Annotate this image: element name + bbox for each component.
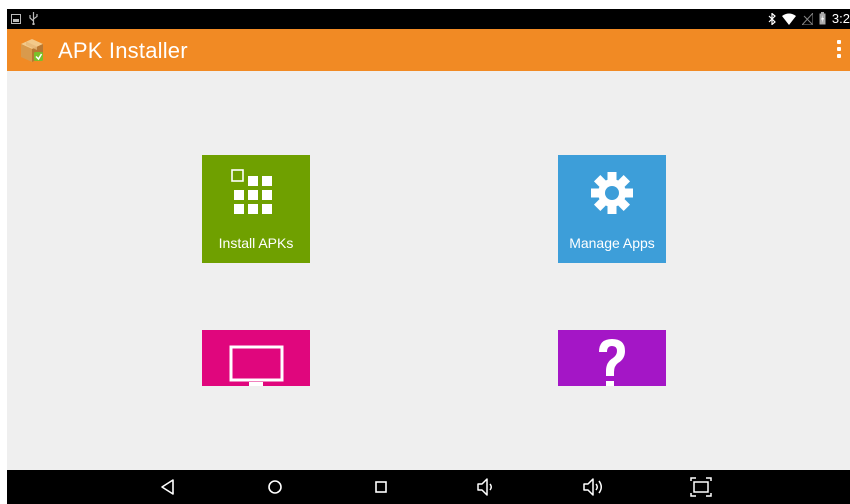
home-icon[interactable] bbox=[263, 476, 287, 498]
grid-icon bbox=[231, 169, 272, 214]
question-icon bbox=[599, 339, 625, 386]
back-icon[interactable] bbox=[156, 476, 180, 498]
manage-apps-tile[interactable]: Manage Apps bbox=[558, 155, 666, 263]
overflow-menu-icon[interactable] bbox=[834, 38, 844, 62]
tv-icon bbox=[229, 345, 284, 386]
app-title: APK Installer bbox=[58, 38, 188, 63]
volume-up-icon[interactable] bbox=[582, 476, 606, 498]
screenshot-notification-icon bbox=[11, 13, 21, 24]
wifi-icon bbox=[781, 13, 796, 25]
status-clock: 3:2 bbox=[831, 11, 850, 26]
gear-icon bbox=[591, 172, 633, 214]
package-box-icon bbox=[21, 39, 43, 62]
android-screen: 3:2 APK Installer Install APKs Manage Ap… bbox=[7, 9, 850, 504]
recents-icon[interactable] bbox=[369, 476, 393, 498]
app-action-bar: APK Installer bbox=[7, 29, 850, 71]
main-content: Install APKs Manage Apps bbox=[7, 71, 850, 470]
volume-down-icon[interactable] bbox=[475, 476, 499, 498]
navigation-bar bbox=[7, 470, 850, 504]
no-sim-icon bbox=[801, 12, 813, 25]
bluetooth-icon bbox=[768, 12, 776, 25]
manage-apps-label: Manage Apps bbox=[569, 235, 655, 251]
install-apks-label: Install APKs bbox=[218, 235, 294, 251]
tv-tile[interactable] bbox=[202, 330, 310, 386]
usb-icon bbox=[29, 12, 38, 25]
help-tile[interactable] bbox=[558, 330, 666, 386]
install-apks-tile[interactable]: Install APKs bbox=[202, 155, 310, 263]
status-bar: 3:2 bbox=[7, 9, 850, 29]
screenshot-capture-icon[interactable] bbox=[689, 476, 713, 498]
battery-icon bbox=[819, 12, 826, 25]
